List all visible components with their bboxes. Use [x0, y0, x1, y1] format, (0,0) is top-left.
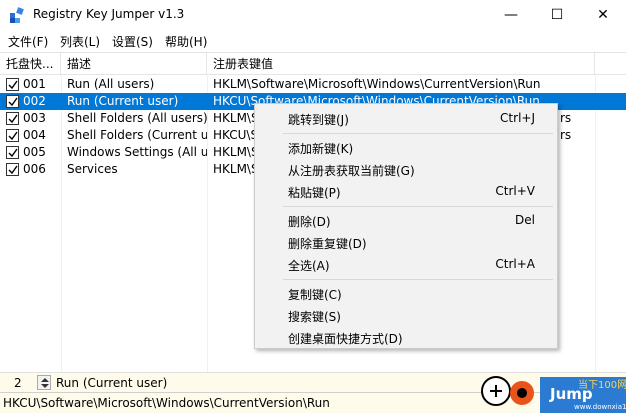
- checkmark-icon: [8, 97, 18, 107]
- menu-item-shortcut: Ctrl+A: [495, 257, 535, 271]
- selected-count: 2: [14, 376, 22, 390]
- menu-item-copy-key[interactable]: 复制键(C): [255, 282, 557, 304]
- column-header-registry-key[interactable]: 注册表键值: [207, 53, 595, 75]
- checkmark-icon: [8, 114, 18, 124]
- menu-bar: 文件(F) 列表(L) 设置(S) 帮助(H): [0, 30, 626, 52]
- row-key: 001: [23, 77, 46, 91]
- maximize-icon: ☐: [550, 7, 564, 23]
- row-registry-path-tail: rs: [560, 128, 572, 142]
- menu-item-label: 粘贴键(P): [288, 186, 341, 200]
- menu-item-label: 从注册表获取当前键(G): [288, 164, 415, 178]
- column-header-tray-key[interactable]: 托盘快...: [0, 53, 61, 75]
- menu-settings[interactable]: 设置(S): [112, 33, 153, 50]
- title-bar: Registry Key Jumper v1.3 — ☐ ✕: [0, 0, 626, 30]
- menu-item-label: 搜索键(S): [288, 310, 341, 324]
- row-key: 003: [23, 111, 46, 125]
- close-button[interactable]: ✕: [580, 0, 626, 30]
- minimize-icon: —: [504, 7, 518, 23]
- row-description: Run (Current user): [67, 94, 179, 108]
- checkmark-icon: [8, 165, 18, 175]
- menu-file[interactable]: 文件(F): [8, 33, 48, 50]
- menu-item-label: 创建桌面快捷方式(D): [288, 332, 403, 346]
- row-checkbox[interactable]: [6, 129, 19, 142]
- menu-item-label: 全选(A): [288, 259, 330, 273]
- menu-help[interactable]: 帮助(H): [165, 33, 207, 50]
- menu-item-label: 跳转到键(J): [288, 113, 349, 127]
- menu-item-shortcut: Ctrl+V: [495, 184, 535, 198]
- menu-item-create-shortcut[interactable]: 创建桌面快捷方式(D): [255, 326, 557, 348]
- site-text: 当下100网: [578, 378, 626, 391]
- checkmark-icon: [8, 131, 18, 141]
- menu-item-delete-duplicates[interactable]: 删除重复键(D): [255, 231, 557, 253]
- row-key: 002: [23, 94, 46, 108]
- menu-separator: [283, 133, 553, 134]
- row-description: Windows Settings (All users): [67, 145, 207, 159]
- status-registry-path: HKCU\Software\Microsoft\Windows\CurrentV…: [3, 396, 330, 410]
- menu-item-add-new-key[interactable]: 添加新键(K): [255, 136, 557, 158]
- row-checkbox[interactable]: [6, 163, 19, 176]
- row-key: 005: [23, 145, 46, 159]
- status-description: Run (Current user): [56, 376, 168, 390]
- maximize-button[interactable]: ☐: [534, 0, 580, 30]
- list-header: 托盘快... 描述 注册表键值: [0, 53, 626, 75]
- row-description: Shell Folders (Current user): [67, 128, 207, 142]
- menu-item-delete[interactable]: 删除(D) Del: [255, 209, 557, 231]
- menu-item-shortcut: Del: [515, 213, 535, 227]
- menu-item-label: 添加新键(K): [288, 142, 354, 156]
- site-url-text: www.downxia100.com: [574, 403, 626, 411]
- menu-list[interactable]: 列表(L): [60, 33, 100, 50]
- menu-item-label: 复制键(C): [288, 288, 342, 302]
- checkmark-icon: [8, 80, 18, 90]
- column-header-description[interactable]: 描述: [61, 53, 207, 75]
- row-checkbox[interactable]: [6, 78, 19, 91]
- menu-item-paste-key[interactable]: 粘贴键(P) Ctrl+V: [255, 180, 557, 202]
- row-description: Services: [67, 162, 118, 176]
- menu-item-jump-to-key[interactable]: 跳转到键(J) Ctrl+J: [255, 107, 557, 129]
- spinner-arrows-icon: [41, 378, 49, 388]
- number-spinner[interactable]: [37, 375, 51, 390]
- row-checkbox[interactable]: [6, 112, 19, 125]
- row-description: Shell Folders (All users): [67, 111, 207, 125]
- row-registry-path: HKLM\Software\Microsoft\Windows\CurrentV…: [213, 77, 541, 91]
- row-description: Run (All users): [67, 77, 155, 91]
- menu-item-label: 删除重复键(D): [288, 237, 367, 251]
- menu-item-search-key[interactable]: 搜索键(S): [255, 304, 557, 326]
- menu-separator: [283, 279, 553, 280]
- menu-separator: [283, 206, 553, 207]
- table-row[interactable]: 001 Run (All users) HKLM\Software\Micros…: [0, 76, 626, 93]
- row-checkbox[interactable]: [6, 146, 19, 159]
- row-registry-path-tail: rs: [560, 111, 572, 125]
- window-title: Registry Key Jumper v1.3: [33, 7, 185, 21]
- context-menu: 跳转到键(J) Ctrl+J 添加新键(K) 从注册表获取当前键(G) 粘贴键(…: [254, 103, 558, 349]
- registry-app-icon: [10, 7, 24, 23]
- minimize-button[interactable]: —: [488, 0, 534, 30]
- menu-item-shortcut: Ctrl+J: [500, 111, 535, 125]
- row-checkbox[interactable]: [6, 95, 19, 108]
- brand-watermark: Jump 当下100网 www.downxia100.com: [481, 376, 626, 413]
- menu-item-get-current-key[interactable]: 从注册表获取当前键(G): [255, 158, 557, 180]
- menu-item-label: 删除(D): [288, 215, 331, 229]
- menu-item-select-all[interactable]: 全选(A) Ctrl+A: [255, 253, 557, 275]
- row-key: 006: [23, 162, 46, 176]
- checkmark-icon: [8, 148, 18, 158]
- row-key: 004: [23, 128, 46, 142]
- close-icon: ✕: [597, 7, 609, 23]
